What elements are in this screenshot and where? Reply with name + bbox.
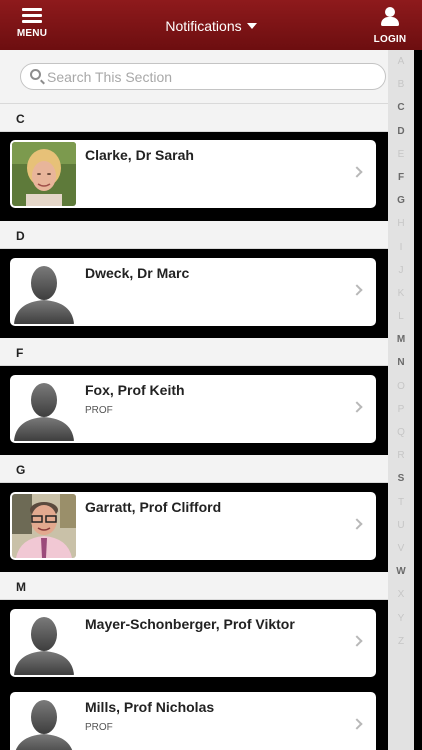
caret-down-icon — [246, 23, 257, 29]
index-letter-s[interactable]: S — [388, 467, 414, 490]
index-letter-g[interactable]: G — [388, 189, 414, 212]
index-letter-p[interactable]: P — [388, 398, 414, 421]
index-letter-m[interactable]: M — [388, 328, 414, 351]
index-letter-h[interactable]: H — [388, 212, 414, 235]
person-card-clarke[interactable]: Clarke, Dr Sarah — [10, 140, 376, 208]
index-letter-l[interactable]: L — [388, 305, 414, 328]
index-letter-e[interactable]: E — [388, 143, 414, 166]
index-letter-x[interactable]: X — [388, 583, 414, 606]
index-letter-y[interactable]: Y — [388, 607, 414, 630]
section-header-f: F — [0, 338, 388, 366]
person-card-garratt[interactable]: Garratt, Prof Clifford — [10, 492, 376, 560]
index-letter-v[interactable]: V — [388, 537, 414, 560]
chevron-right-icon — [351, 635, 363, 647]
section-header-m: M — [0, 572, 388, 600]
search-bar — [0, 50, 388, 104]
person-subtitle: PROF — [85, 405, 113, 416]
section-header-c: C — [0, 104, 388, 132]
person-card-mills[interactable]: Mills, Prof Nicholas PROF — [10, 692, 376, 750]
person-subtitle: PROF — [85, 722, 113, 733]
silhouette-icon — [12, 611, 76, 675]
alphabet-index[interactable]: ABCDEFGHIJKLMNOPQRSTUVWXYZ — [388, 50, 414, 750]
person-name: Dweck, Dr Marc — [85, 265, 190, 281]
search-box[interactable] — [20, 63, 386, 90]
chevron-right-icon — [351, 284, 363, 296]
index-letter-i[interactable]: I — [388, 236, 414, 259]
index-letter-w[interactable]: W — [388, 560, 414, 583]
person-photo — [12, 494, 76, 558]
section-header-d: D — [0, 221, 388, 249]
person-card-dweck[interactable]: Dweck, Dr Marc — [10, 258, 376, 326]
index-letter-c[interactable]: C — [388, 96, 414, 119]
person-card-mayer-schonberger[interactable]: Mayer-Schonberger, Prof Viktor — [10, 609, 376, 677]
person-name: Clarke, Dr Sarah — [85, 147, 194, 163]
search-input[interactable] — [47, 69, 367, 85]
index-letter-z[interactable]: Z — [388, 630, 414, 653]
user-icon — [380, 6, 400, 28]
person-photo — [12, 142, 76, 206]
index-letter-d[interactable]: D — [388, 120, 414, 143]
person-name: Mayer-Schonberger, Prof Viktor — [85, 616, 295, 632]
index-letter-a[interactable]: A — [388, 50, 414, 73]
chevron-right-icon — [351, 518, 363, 530]
chevron-right-icon — [351, 401, 363, 413]
index-letter-f[interactable]: F — [388, 166, 414, 189]
index-letter-o[interactable]: O — [388, 375, 414, 398]
index-letter-r[interactable]: R — [388, 444, 414, 467]
chevron-right-icon — [351, 166, 363, 178]
page-title: Notifications — [165, 18, 242, 34]
notifications-dropdown[interactable]: Notifications — [0, 18, 422, 34]
index-letter-q[interactable]: Q — [388, 421, 414, 444]
login-button[interactable]: LOGIN — [368, 6, 412, 46]
index-letter-u[interactable]: U — [388, 514, 414, 537]
index-letter-b[interactable]: B — [388, 73, 414, 96]
section-header-g: G — [0, 455, 388, 483]
person-card-fox[interactable]: Fox, Prof Keith PROF — [10, 375, 376, 443]
search-icon — [30, 69, 41, 80]
person-name: Garratt, Prof Clifford — [85, 499, 222, 515]
chevron-right-icon — [351, 718, 363, 730]
app-header: MENU Notifications LOGIN — [0, 0, 422, 50]
index-letter-n[interactable]: N — [388, 351, 414, 374]
index-letter-k[interactable]: K — [388, 282, 414, 305]
index-letter-j[interactable]: J — [388, 259, 414, 282]
person-name: Mills, Prof Nicholas — [85, 699, 215, 715]
silhouette-icon — [12, 694, 76, 750]
login-label: LOGIN — [373, 34, 407, 45]
person-name: Fox, Prof Keith — [85, 382, 185, 398]
index-letter-t[interactable]: T — [388, 491, 414, 514]
silhouette-icon — [12, 377, 76, 441]
silhouette-icon — [12, 260, 76, 324]
